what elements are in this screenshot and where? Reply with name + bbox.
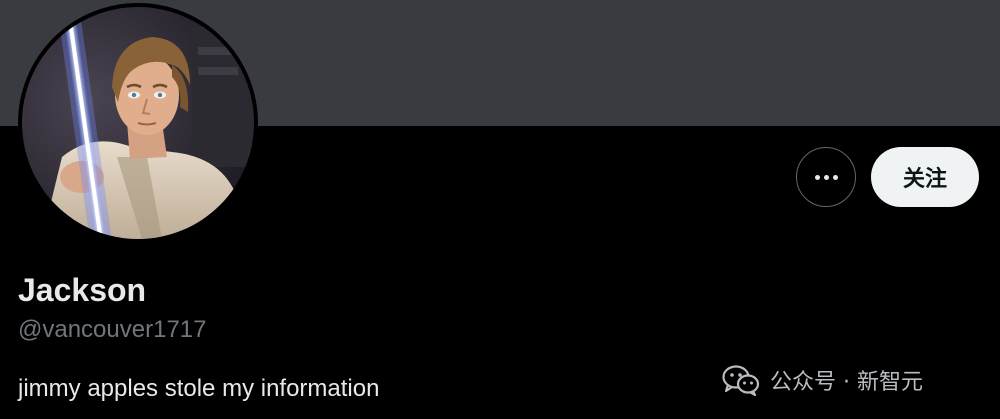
watermark: 公众号 · 新智元 bbox=[722, 362, 923, 398]
profile-avatar[interactable] bbox=[18, 3, 258, 243]
profile-page: 关注 Jackson @vancouver1717 jimmy apples s… bbox=[0, 0, 1000, 419]
follow-button[interactable]: 关注 bbox=[871, 147, 979, 207]
profile-display-name: Jackson bbox=[18, 272, 147, 308]
more-options-button[interactable] bbox=[796, 147, 856, 207]
ellipsis-icon bbox=[814, 174, 838, 180]
avatar-photo bbox=[22, 7, 254, 239]
watermark-text: 公众号 · 新智元 bbox=[770, 370, 923, 395]
wechat-icon bbox=[722, 365, 760, 396]
profile-handle: @vancouver1717 bbox=[18, 316, 207, 343]
profile-bio: jimmy apples stole my information bbox=[18, 375, 380, 402]
